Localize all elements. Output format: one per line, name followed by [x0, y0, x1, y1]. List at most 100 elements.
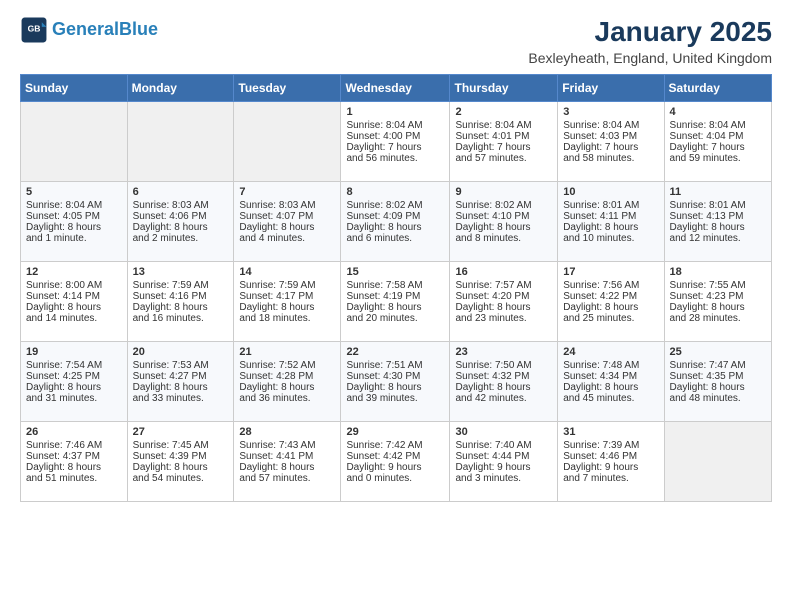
day-info: Sunrise: 7:46 AM: [26, 440, 122, 451]
day-number: 17: [563, 266, 658, 278]
day-info: Daylight: 8 hours: [346, 302, 444, 313]
day-number: 26: [26, 426, 122, 438]
day-info: Sunset: 4:05 PM: [26, 211, 122, 222]
svg-text:GB: GB: [28, 24, 41, 34]
day-number: 14: [239, 266, 335, 278]
day-info: Sunrise: 7:39 AM: [563, 440, 658, 451]
location: Bexleyheath, England, United Kingdom: [528, 50, 772, 66]
week-row-2: 12Sunrise: 8:00 AMSunset: 4:14 PMDayligh…: [21, 262, 772, 342]
week-row-0: 1Sunrise: 8:04 AMSunset: 4:00 PMDaylight…: [21, 102, 772, 182]
day-number: 15: [346, 266, 444, 278]
week-row-3: 19Sunrise: 7:54 AMSunset: 4:25 PMDayligh…: [21, 342, 772, 422]
day-cell: 28Sunrise: 7:43 AMSunset: 4:41 PMDayligh…: [234, 422, 341, 502]
day-info: Daylight: 7 hours: [563, 142, 658, 153]
day-info: Daylight: 9 hours: [455, 462, 552, 473]
day-cell: 1Sunrise: 8:04 AMSunset: 4:00 PMDaylight…: [341, 102, 450, 182]
day-info: Daylight: 8 hours: [133, 382, 229, 393]
day-cell: 30Sunrise: 7:40 AMSunset: 4:44 PMDayligh…: [450, 422, 558, 502]
day-info: Daylight: 9 hours: [563, 462, 658, 473]
day-info: Daylight: 9 hours: [346, 462, 444, 473]
month-title: January 2025: [528, 16, 772, 48]
day-info: Sunset: 4:01 PM: [455, 131, 552, 142]
day-info: and 31 minutes.: [26, 393, 122, 404]
day-info: and 1 minute.: [26, 233, 122, 244]
day-cell: 27Sunrise: 7:45 AMSunset: 4:39 PMDayligh…: [127, 422, 234, 502]
day-number: 13: [133, 266, 229, 278]
day-number: 4: [670, 106, 766, 118]
day-info: Sunset: 4:16 PM: [133, 291, 229, 302]
day-number: 5: [26, 186, 122, 198]
day-info: Sunrise: 7:47 AM: [670, 360, 766, 371]
day-info: and 8 minutes.: [455, 233, 552, 244]
day-cell: 11Sunrise: 8:01 AMSunset: 4:13 PMDayligh…: [664, 182, 771, 262]
day-info: and 25 minutes.: [563, 313, 658, 324]
day-info: Daylight: 8 hours: [563, 302, 658, 313]
col-sunday: Sunday: [21, 75, 128, 102]
day-info: and 0 minutes.: [346, 473, 444, 484]
day-info: Daylight: 8 hours: [239, 462, 335, 473]
day-number: 22: [346, 346, 444, 358]
day-info: Sunrise: 7:59 AM: [133, 280, 229, 291]
day-cell: 14Sunrise: 7:59 AMSunset: 4:17 PMDayligh…: [234, 262, 341, 342]
day-info: Sunset: 4:17 PM: [239, 291, 335, 302]
day-number: 24: [563, 346, 658, 358]
day-number: 8: [346, 186, 444, 198]
day-info: and 42 minutes.: [455, 393, 552, 404]
day-info: Sunrise: 7:51 AM: [346, 360, 444, 371]
day-number: 1: [346, 106, 444, 118]
day-info: Daylight: 8 hours: [455, 222, 552, 233]
day-cell: 6Sunrise: 8:03 AMSunset: 4:06 PMDaylight…: [127, 182, 234, 262]
day-info: and 18 minutes.: [239, 313, 335, 324]
logo-text: GeneralBlue: [52, 20, 158, 40]
day-info: Sunset: 4:13 PM: [670, 211, 766, 222]
day-info: Daylight: 8 hours: [26, 302, 122, 313]
day-info: Sunrise: 7:40 AM: [455, 440, 552, 451]
day-number: 30: [455, 426, 552, 438]
day-number: 28: [239, 426, 335, 438]
day-info: Sunset: 4:34 PM: [563, 371, 658, 382]
day-info: Daylight: 8 hours: [346, 382, 444, 393]
calendar-table: Sunday Monday Tuesday Wednesday Thursday…: [20, 74, 772, 502]
day-cell: 21Sunrise: 7:52 AMSunset: 4:28 PMDayligh…: [234, 342, 341, 422]
day-info: Daylight: 8 hours: [239, 382, 335, 393]
day-cell: 12Sunrise: 8:00 AMSunset: 4:14 PMDayligh…: [21, 262, 128, 342]
day-number: 23: [455, 346, 552, 358]
col-thursday: Thursday: [450, 75, 558, 102]
day-info: Sunset: 4:41 PM: [239, 451, 335, 462]
logo-line1: General: [52, 19, 119, 39]
logo-icon: GB: [20, 16, 48, 44]
day-info: and 54 minutes.: [133, 473, 229, 484]
col-wednesday: Wednesday: [341, 75, 450, 102]
day-info: Sunrise: 7:53 AM: [133, 360, 229, 371]
title-area: January 2025 Bexleyheath, England, Unite…: [528, 16, 772, 66]
day-info: and 10 minutes.: [563, 233, 658, 244]
day-info: Sunset: 4:23 PM: [670, 291, 766, 302]
day-info: Sunrise: 8:04 AM: [346, 120, 444, 131]
day-info: and 23 minutes.: [455, 313, 552, 324]
day-info: and 6 minutes.: [346, 233, 444, 244]
col-monday: Monday: [127, 75, 234, 102]
day-info: and 36 minutes.: [239, 393, 335, 404]
day-info: Daylight: 8 hours: [133, 302, 229, 313]
day-cell: 18Sunrise: 7:55 AMSunset: 4:23 PMDayligh…: [664, 262, 771, 342]
header: GB GeneralBlue January 2025 Bexleyheath,…: [20, 16, 772, 66]
day-cell: 25Sunrise: 7:47 AMSunset: 4:35 PMDayligh…: [664, 342, 771, 422]
day-info: Sunset: 4:03 PM: [563, 131, 658, 142]
day-cell: 19Sunrise: 7:54 AMSunset: 4:25 PMDayligh…: [21, 342, 128, 422]
day-info: and 28 minutes.: [670, 313, 766, 324]
day-cell: 17Sunrise: 7:56 AMSunset: 4:22 PMDayligh…: [558, 262, 664, 342]
day-number: 27: [133, 426, 229, 438]
day-info: Sunrise: 7:52 AM: [239, 360, 335, 371]
day-info: and 12 minutes.: [670, 233, 766, 244]
day-number: 29: [346, 426, 444, 438]
day-cell: 3Sunrise: 8:04 AMSunset: 4:03 PMDaylight…: [558, 102, 664, 182]
day-info: Sunrise: 7:50 AM: [455, 360, 552, 371]
day-info: Sunset: 4:25 PM: [26, 371, 122, 382]
day-info: and 3 minutes.: [455, 473, 552, 484]
day-number: 9: [455, 186, 552, 198]
day-info: Sunrise: 7:45 AM: [133, 440, 229, 451]
day-info: Daylight: 8 hours: [670, 302, 766, 313]
day-number: 18: [670, 266, 766, 278]
day-info: Daylight: 7 hours: [670, 142, 766, 153]
day-info: Sunset: 4:20 PM: [455, 291, 552, 302]
